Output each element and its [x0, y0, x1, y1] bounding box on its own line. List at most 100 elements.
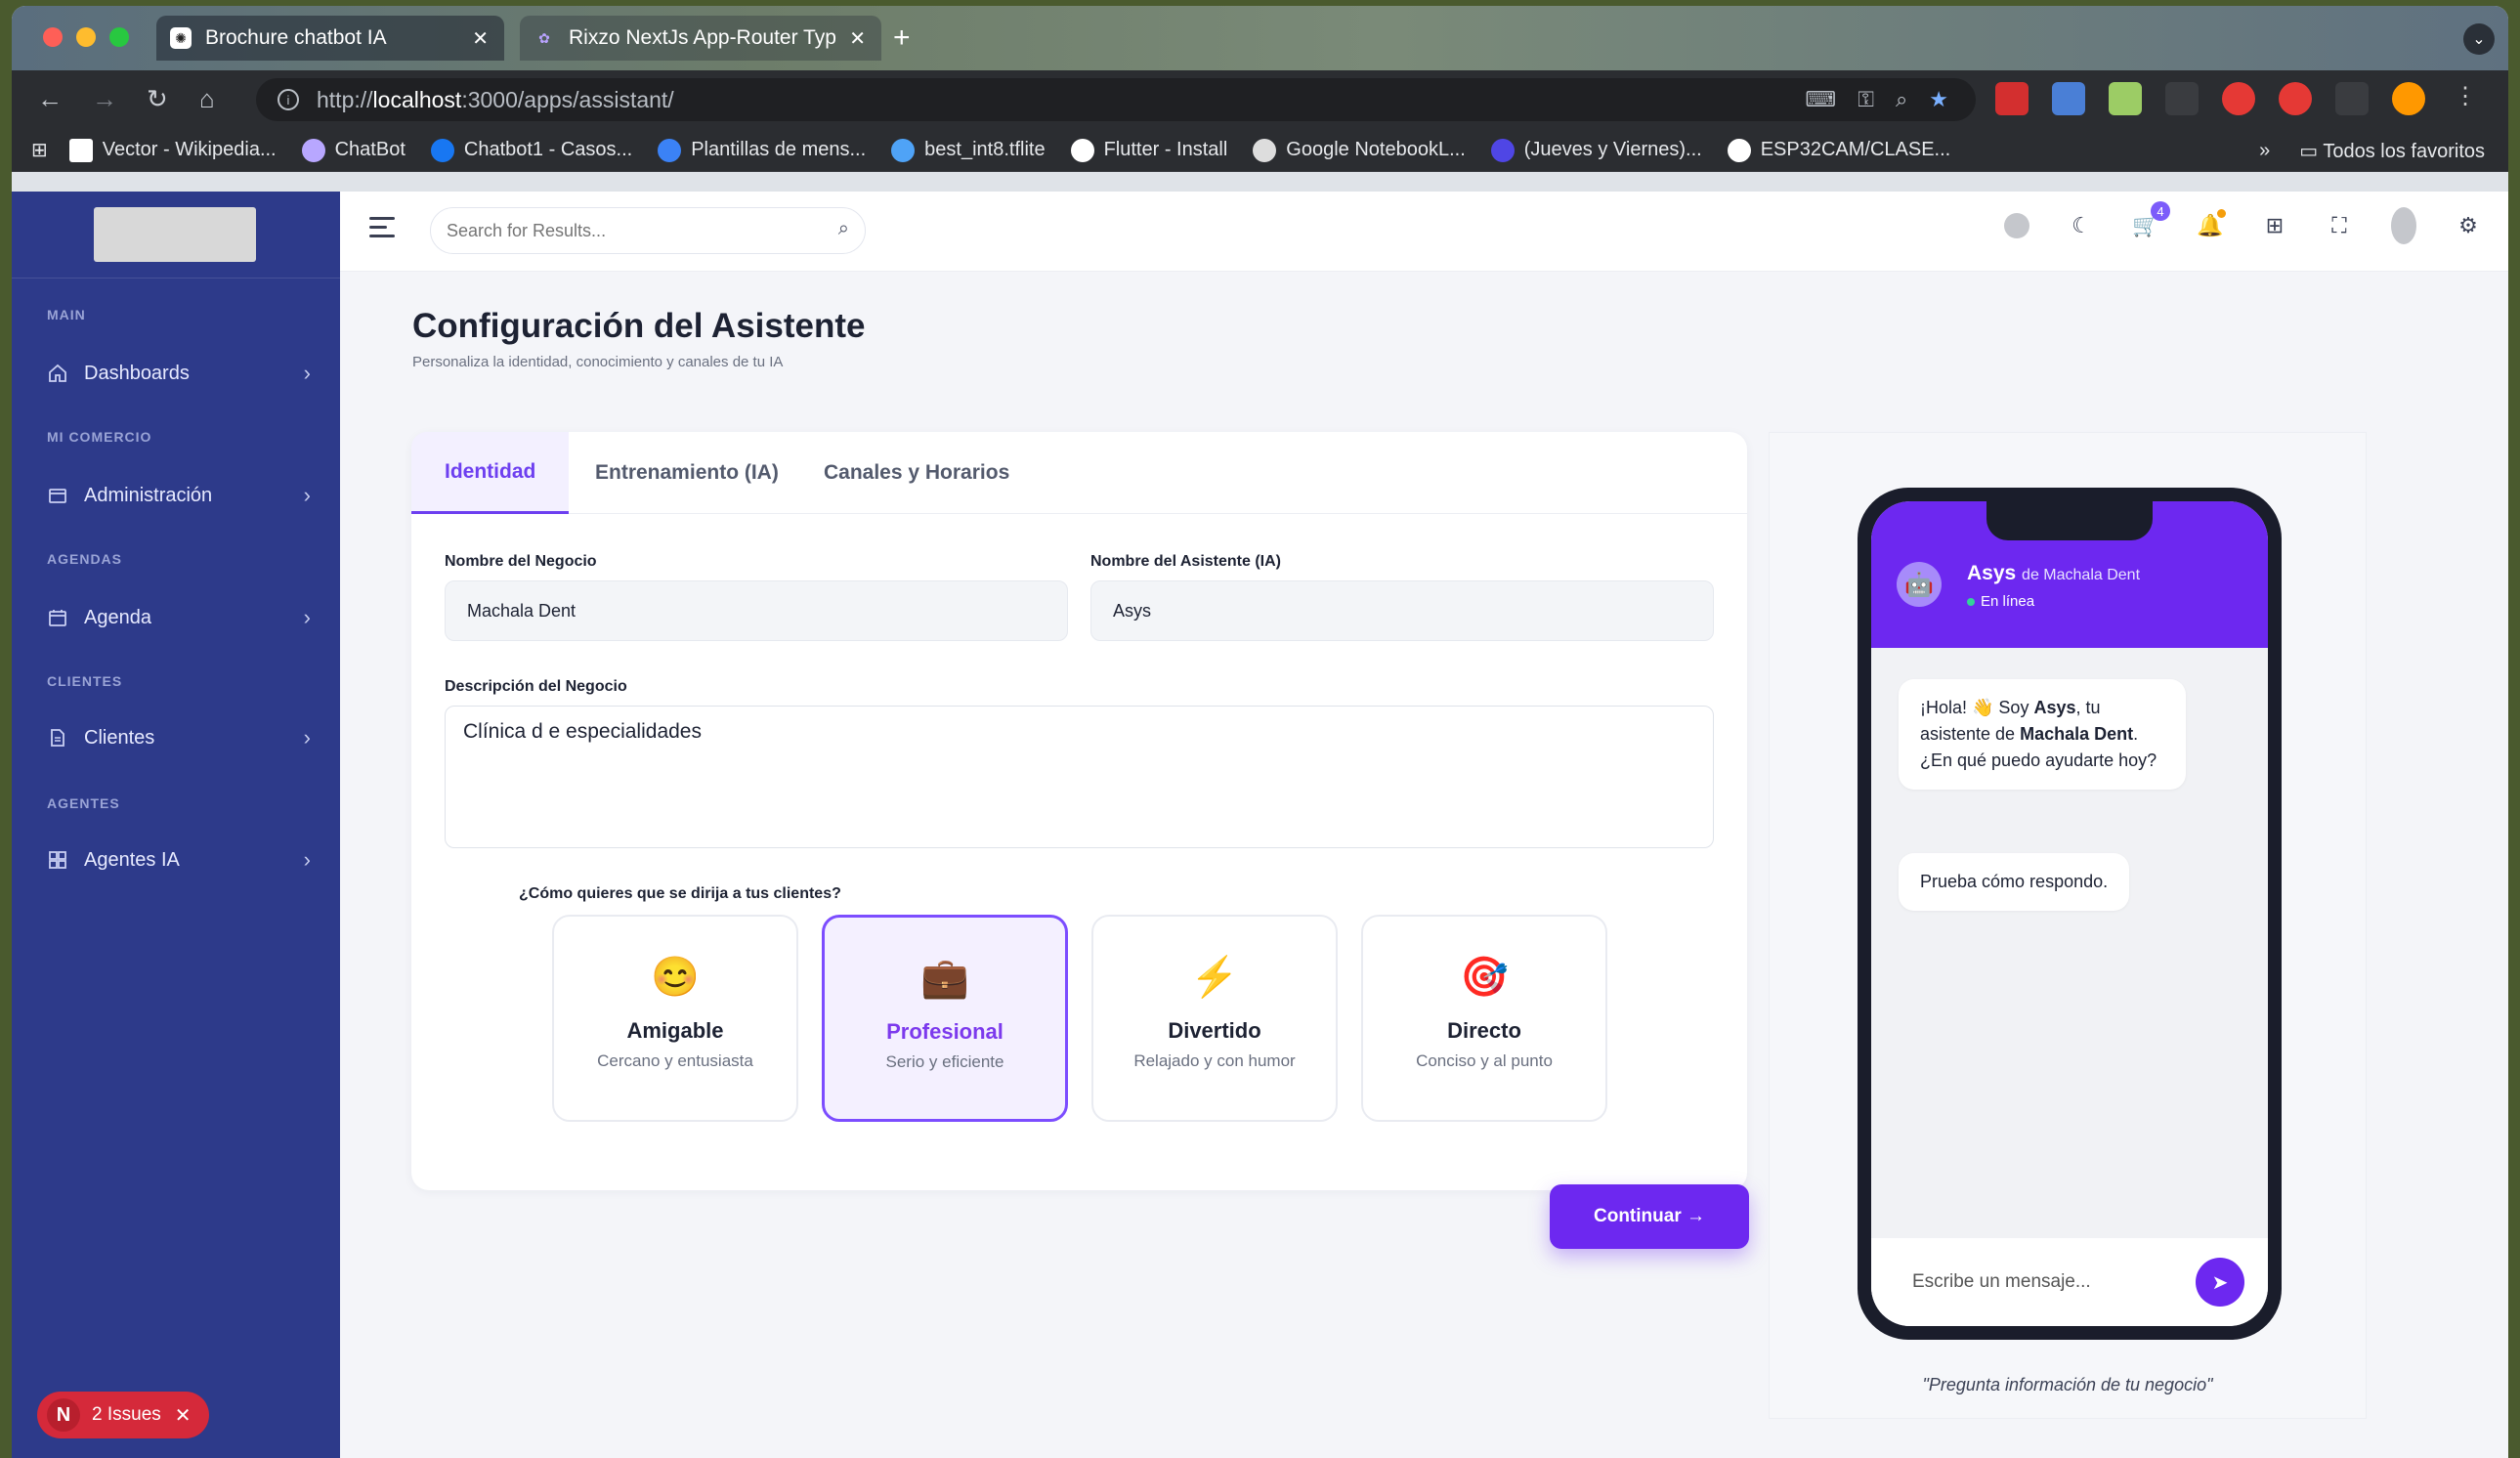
status-circle-icon[interactable]: [2004, 213, 2029, 238]
home-icon[interactable]: ⌂: [199, 84, 215, 113]
bookmark-item[interactable]: best_int8.tflite: [891, 138, 1046, 162]
apps-grid-icon[interactable]: ⊞: [31, 138, 48, 162]
assistant-config-card: Identidad Entrenamiento (IA) Canales y H…: [411, 432, 1747, 1190]
password-key-icon[interactable]: ⚿: [1858, 87, 1874, 112]
eyedropper-icon[interactable]: [2165, 82, 2199, 115]
app-logo[interactable]: [94, 207, 256, 262]
apps-grid-icon[interactable]: ⊞: [2262, 213, 2287, 238]
sidebar-section-clientes: CLIENTES: [47, 673, 123, 689]
tone-description: Relajado y con humor: [1133, 1051, 1296, 1070]
extension-red-icon[interactable]: [1995, 82, 2029, 115]
sidebar-item-agentes-ia[interactable]: Agentes IA ›: [47, 840, 311, 879]
google-icon: [1070, 138, 1094, 162]
extension-fire-icon[interactable]: [2279, 82, 2312, 115]
business-name-input[interactable]: Machala Dent: [445, 580, 1068, 641]
cart-icon[interactable]: 🛒 4: [2132, 201, 2170, 238]
nextjs-issues-badge[interactable]: N 2 Issues ✕: [37, 1392, 209, 1438]
tab-search-chevron-icon[interactable]: ⌄: [2463, 23, 2495, 55]
new-tab-button[interactable]: +: [893, 23, 911, 53]
chatgpt-icon: [301, 138, 325, 162]
translate-icon[interactable]: ⌨: [1805, 87, 1836, 112]
gear-icon[interactable]: ⚙: [2456, 213, 2481, 238]
assistant-name-input[interactable]: Asys: [1090, 580, 1714, 641]
extension-green-icon[interactable]: [2109, 82, 2142, 115]
notification-dot: [2217, 209, 2226, 218]
chevron-right-icon: ›: [303, 605, 311, 629]
sidebar-item-administracion[interactable]: Administración ›: [47, 476, 311, 515]
tab-entrenamiento[interactable]: Entrenamiento (IA): [562, 432, 812, 514]
sidebar-item-dashboards[interactable]: Dashboards ›: [47, 354, 311, 393]
browser-menu-icon[interactable]: ⋮: [2449, 82, 2482, 115]
zoom-app-icon: [1490, 138, 1515, 162]
back-arrow-icon[interactable]: ←: [37, 84, 63, 113]
description-textarea[interactable]: Clínica d e especialidades: [445, 706, 1714, 848]
bookmark-item[interactable]: Chatbot1 - Casos...: [430, 138, 632, 162]
menu-toggle-icon[interactable]: [369, 217, 395, 243]
user-avatar[interactable]: [2391, 207, 2416, 244]
zoom-icon[interactable]: ⌕: [1896, 87, 1907, 112]
maximize-window-button[interactable]: [109, 27, 129, 47]
address-bar[interactable]: i http://localhost:3000/apps/assistant/ …: [256, 78, 1976, 121]
bot-name-text: Asys: [1967, 562, 2017, 584]
tone-option-directo[interactable]: 🎯 Directo Conciso y al punto: [1361, 915, 1607, 1122]
tone-description: Cercano y entusiasta: [597, 1051, 753, 1070]
sidebar-section-mi-comercio: MI COMERCIO: [47, 429, 152, 445]
config-tabs: Identidad Entrenamiento (IA) Canales y H…: [411, 432, 1747, 514]
bookmark-item[interactable]: Plantillas de mens...: [658, 138, 866, 162]
chat-message-input[interactable]: Escribe un mensaje... ➤: [1871, 1238, 2268, 1326]
tone-option-amigable[interactable]: 😊 Amigable Cercano y entusiasta: [552, 915, 798, 1122]
forward-arrow-icon[interactable]: →: [92, 84, 117, 113]
fullscreen-icon[interactable]: ⛶: [2327, 213, 2352, 238]
sidebar: MAIN Dashboards › MI COMERCIO Administra…: [12, 192, 340, 1458]
top-header: ⌕ ☾ 🛒4 🔔 ⊞ ⛶ ⚙: [340, 192, 2508, 272]
bookmark-star-icon[interactable]: ★: [1929, 87, 1948, 112]
tab-title: Brochure chatbot IA: [205, 26, 387, 49]
bookmark-item[interactable]: (Jueves y Viernes)...: [1490, 138, 1702, 162]
adblock-icon[interactable]: [2222, 82, 2255, 115]
site-info-icon[interactable]: i: [278, 89, 299, 110]
bell-icon[interactable]: 🔔: [2197, 209, 2226, 238]
search-icon[interactable]: ⌕: [838, 218, 849, 240]
extension-translate-icon[interactable]: [2052, 82, 2085, 115]
tab-identidad[interactable]: Identidad: [411, 432, 570, 514]
close-window-button[interactable]: [43, 27, 63, 47]
sidebar-item-clientes[interactable]: Clientes ›: [47, 718, 311, 757]
bookmark-item[interactable]: ESP32CAM/CLASE...: [1727, 138, 1950, 162]
tone-option-profesional[interactable]: 💼 Profesional Serio y eficiente: [822, 915, 1068, 1122]
send-icon[interactable]: ➤: [2196, 1258, 2244, 1307]
home-icon: [47, 363, 68, 384]
tone-question: ¿Cómo quieres que se dirija a tus client…: [519, 885, 841, 902]
bookmark-item[interactable]: ChatBot: [301, 138, 406, 162]
tab-canales-horarios[interactable]: Canales y Horarios: [790, 432, 1043, 514]
tone-option-divertido[interactable]: ⚡ Divertido Relajado y con humor: [1091, 915, 1338, 1122]
sidebar-item-label: Dashboards: [84, 362, 190, 384]
sidebar-section-main: MAIN: [47, 307, 86, 322]
close-tab-icon[interactable]: ✕: [472, 26, 489, 51]
facebook-icon: [430, 138, 454, 162]
browser-tab-brochure[interactable]: ✺ Brochure chatbot IA ✕: [156, 16, 504, 61]
bookmark-item[interactable]: Vector - Wikipedia...: [68, 138, 277, 162]
bookmark-item[interactable]: Flutter - Install: [1070, 138, 1227, 162]
bot-message-greeting: ¡Hola! 👋 Soy Asys, tu asistente de Macha…: [1899, 679, 2186, 790]
smile-icon: 😊: [651, 956, 700, 999]
cart-count-badge: 4: [2151, 201, 2170, 221]
close-tab-icon[interactable]: ✕: [849, 26, 866, 51]
moon-icon[interactable]: ☾: [2069, 213, 2094, 238]
browser-window: ✺ Brochure chatbot IA ✕ ✿ Rixzo NextJs A…: [12, 6, 2508, 1458]
chatgpt-icon: ✺: [170, 27, 192, 49]
close-icon[interactable]: ✕: [175, 1403, 192, 1428]
url-path: :3000/apps/assistant/: [461, 86, 674, 112]
continue-button[interactable]: Continuar →: [1550, 1184, 1749, 1249]
all-bookmarks-folder[interactable]: ▭ Todos los favoritos: [2299, 139, 2485, 163]
reload-icon[interactable]: ↻: [147, 84, 168, 113]
phone-notch: [1986, 501, 2153, 540]
minimize-window-button[interactable]: [76, 27, 96, 47]
more-bookmarks-icon[interactable]: »: [2259, 140, 2270, 162]
search-input[interactable]: [447, 220, 818, 241]
browser-tab-rixzo[interactable]: ✿ Rixzo NextJs App-Router Typ ✕: [520, 16, 881, 61]
profile-avatar-icon[interactable]: [2392, 82, 2425, 115]
folder-icon: ▭: [2299, 141, 2324, 162]
bookmark-item[interactable]: Google NotebookL...: [1253, 138, 1466, 162]
sidebar-item-agenda[interactable]: Agenda ›: [47, 598, 311, 637]
extensions-puzzle-icon[interactable]: [2335, 82, 2369, 115]
